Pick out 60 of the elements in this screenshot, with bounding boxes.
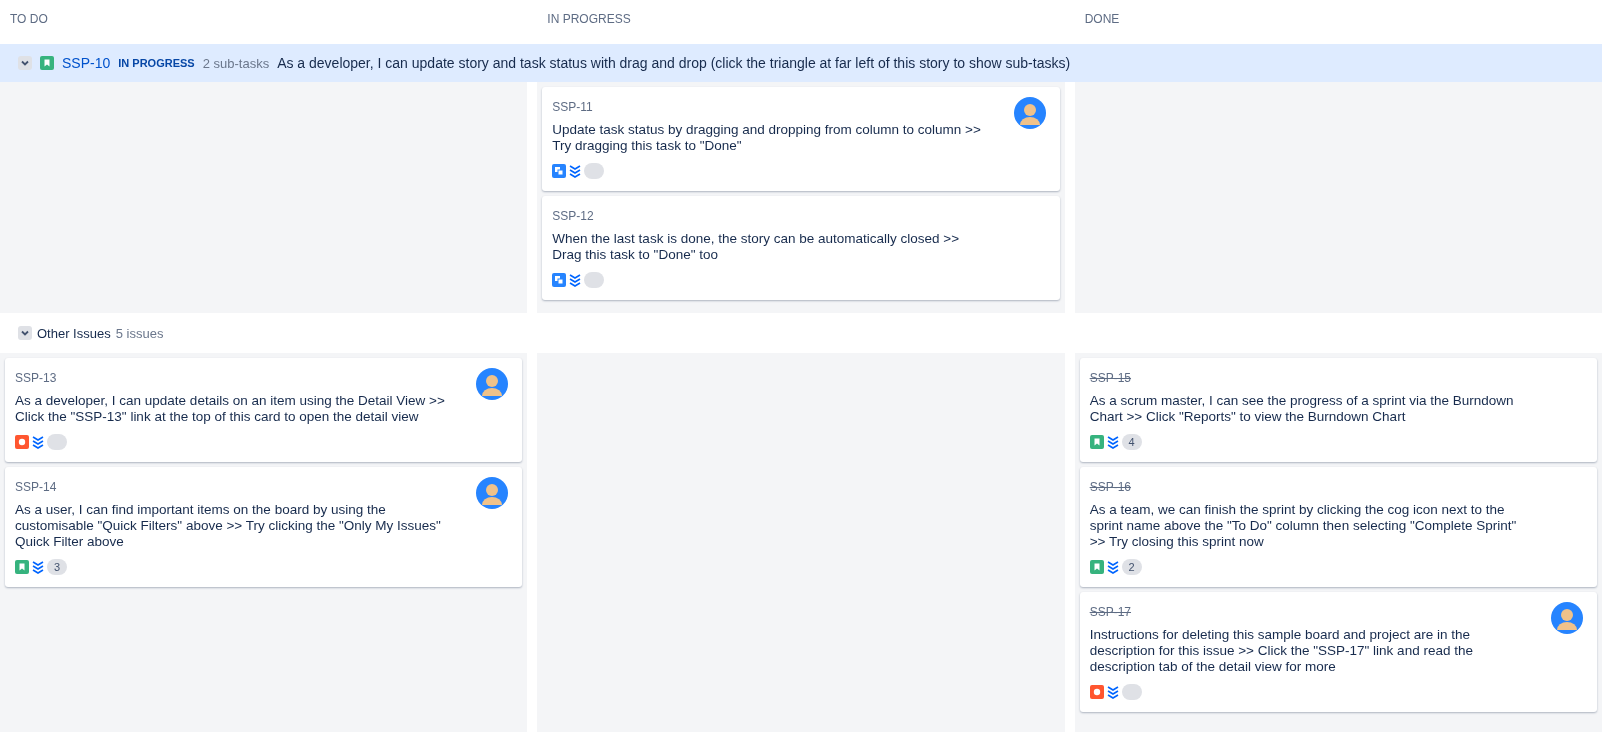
avatar-icon[interactable] [1013, 97, 1046, 129]
issue-key[interactable]: SSP-11 [552, 100, 593, 114]
estimate-badge [584, 163, 605, 179]
column-header: TO DO [9, 11, 49, 28]
priority-icon [569, 164, 582, 178]
chevron-icon [20, 328, 30, 338]
swimlane-title: Other Issues [37, 325, 111, 341]
priority-icon [1106, 435, 1119, 449]
issue-card[interactable]: SSP-15 As a scrum master, I can see the progress of a sprint via the Burndown Chart >> Click "Reports" to view the Burndown Chart 4 [1079, 358, 1597, 462]
issue-summary: As a team, we can finish the sprint by clicking the cog icon next to the sprint name above the "To Do" column then selecting "Complete Sprint" >> Try closing this sprint now [1089, 502, 1518, 550]
issue-summary: When the last task is done, the story can be automatically closed >> Drag this task to "Done" too [552, 231, 961, 263]
issue-key[interactable]: SSP-15 [1089, 371, 1131, 385]
issue-summary: As a scrum master, I can see the progress of a sprint via the Burndown Chart >> Click "Reports" to view the Burndown Chart [1089, 393, 1515, 425]
issue-key[interactable]: SSP-13 [15, 371, 57, 385]
bookmark-icon [15, 560, 29, 574]
issue-summary: As a user, I can find important items on the board by using the customisable "Quick Filters" above >> Try clicking the "Only My Issues" Quick Filter above [15, 502, 442, 550]
issue-card[interactable]: SSP-17 Instructions for deleting this sample board and project are in the description for this issue >> Click the "SSP-17" link and read the description tab of the detail view for more [1079, 592, 1597, 712]
priority-icon [569, 273, 582, 287]
issue-key[interactable]: SSP-14 [15, 480, 57, 494]
issue-key[interactable]: SSP-10 [62, 55, 111, 71]
issue-card[interactable]: SSP-12 When the last task is done, the story can be automatically closed >> Drag this task to "Done" too [542, 196, 1060, 300]
expand-toggle[interactable] [18, 326, 32, 340]
bug-type-icon [15, 435, 29, 449]
priority-icon [1106, 560, 1119, 574]
bookmark-icon [40, 56, 54, 70]
expand-toggle[interactable] [18, 56, 32, 70]
estimate-badge [1121, 684, 1142, 700]
issue-key[interactable]: SSP-12 [552, 209, 594, 223]
issue-summary: Instructions for deleting this sample board and project are in the description for this issue >> Click the "SSP-17" link and read the description tab of the detail view for more [1089, 627, 1474, 675]
estimate-badge [584, 272, 605, 288]
bookmark-icon [1089, 435, 1104, 449]
bug-type-icon [1089, 685, 1104, 699]
avatar-icon[interactable] [476, 477, 509, 509]
priority-icon [32, 435, 44, 449]
subtask-icon [552, 273, 567, 287]
estimate-badge: 2 [1121, 559, 1142, 575]
subtask-count: 2 sub-tasks [202, 55, 270, 71]
issue-card[interactable]: SSP-16 As a team, we can finish the sprint by clicking the cog icon next to the sprint name above the "To Do" column then selecting "Complete Sprint" >> Try closing this sprint now 2 [1079, 467, 1597, 587]
subtask-icon [552, 164, 567, 178]
estimate-badge: 4 [1121, 434, 1142, 450]
bookmark-icon [1089, 560, 1104, 574]
column-header: IN PROGRESS [546, 11, 632, 28]
issue-summary: As a developer, I can update details on an item using the Detail View >> Click the "SSP-13" link at the top of this card to open the detail view [15, 393, 446, 425]
issue-card[interactable]: SSP-14 As a user, I can find important items on the board by using the customisable "Quick Filters" above >> Try clicking the "Only My Issues" Quick Filter above 3 [5, 467, 523, 587]
column-header: DONE [1083, 11, 1121, 28]
issue-count: 5 issues [115, 325, 164, 341]
status-label: IN PROGRESS [118, 57, 195, 69]
issue-key[interactable]: SSP-16 [1089, 480, 1131, 494]
issue-key[interactable]: SSP-17 [1089, 605, 1131, 619]
issue-card[interactable]: SSP-11 Update task status by dragging and dropping from column to column >> Try dragging this task to "Done" [542, 87, 1060, 191]
story-summary: As a developer, I can update story and task status with drag and drop (click the triangle at far left of this story to show sub-tasks) [277, 55, 1071, 71]
avatar-icon[interactable] [476, 368, 509, 400]
priority-icon [32, 560, 44, 574]
chevron-icon [20, 58, 30, 68]
estimate-badge [47, 434, 67, 450]
issue-summary: Update task status by dragging and dropping from column to column >> Try dragging this task to "Done" [552, 122, 982, 154]
issue-card[interactable]: SSP-13 As a developer, I can update details on an item using the Detail View >> Click the "SSP-13" link at the top of this card to open the detail view [5, 358, 523, 462]
avatar-icon[interactable] [1551, 602, 1583, 634]
estimate-badge: 3 [47, 559, 67, 575]
priority-icon [1106, 685, 1119, 699]
